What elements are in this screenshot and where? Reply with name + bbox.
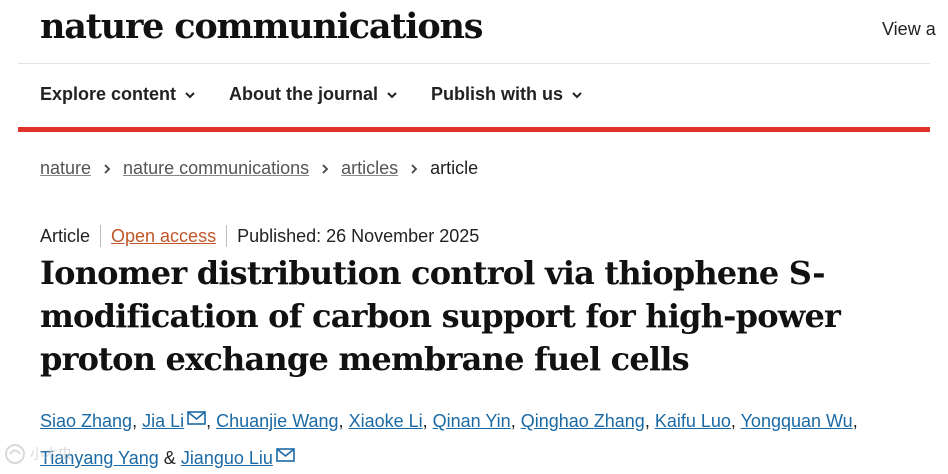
nav-item-label: Publish with us: [431, 84, 564, 104]
journal-logo[interactable]: nature communications: [40, 6, 483, 47]
author-link[interactable]: Siao Zhang: [40, 411, 132, 431]
author-link[interactable]: Jianguo Liu: [181, 448, 273, 468]
breadcrumb-current: article: [430, 158, 479, 178]
article-type: Article: [40, 225, 91, 246]
author-conjunction: &: [163, 448, 176, 468]
view-link[interactable]: View a: [882, 19, 936, 40]
watermark-text: 小木虫: [30, 446, 72, 462]
open-access-link[interactable]: Open access: [111, 226, 216, 247]
nav-publish-with-us[interactable]: Publish with us: [431, 84, 583, 105]
article-meta: Article Open access Published: 26 Novemb…: [40, 225, 479, 247]
chevron-right-icon: [322, 163, 329, 174]
chevron-right-icon: [411, 163, 418, 174]
author-link[interactable]: Xiaoke Li: [349, 411, 423, 431]
article-title: Ionomer distribution control via thiophe…: [40, 254, 841, 378]
main-nav: Explore content About the journal Publis…: [40, 84, 616, 105]
nav-item-label: About the journal: [229, 84, 379, 104]
author-link[interactable]: Chuanjie Wang: [216, 411, 338, 431]
mail-icon[interactable]: [187, 411, 206, 425]
author-link[interactable]: Yongquan Wu: [741, 411, 853, 431]
chevron-down-icon: [387, 91, 397, 98]
breadcrumb-nature-communications[interactable]: nature communications: [123, 158, 309, 179]
author-link[interactable]: Qinan Yin: [433, 411, 511, 431]
meta-divider: [100, 225, 102, 247]
nav-item-label: Explore content: [40, 84, 177, 104]
author-link[interactable]: Qinghao Zhang: [521, 411, 645, 431]
author-link[interactable]: Jia Li: [142, 411, 184, 431]
breadcrumb: nature nature communications articles ar…: [40, 158, 478, 179]
mail-icon[interactable]: [276, 448, 295, 462]
author-list: Siao Zhang, Jia Li, Chuanjie Wang, Xiaok…: [40, 411, 858, 468]
watermark: 小木虫: [4, 443, 72, 465]
meta-divider: [226, 225, 228, 247]
header-divider: [18, 63, 930, 64]
breadcrumb-articles[interactable]: articles: [341, 158, 398, 179]
watermark-logo-icon: [5, 444, 25, 464]
site-header: nature communications View a: [0, 0, 948, 63]
published-date: Published: 26 November 2025: [237, 225, 480, 246]
breadcrumb-nature[interactable]: nature: [40, 158, 91, 179]
chevron-down-icon: [572, 91, 582, 98]
author-link[interactable]: Kaifu Luo: [655, 411, 731, 431]
accent-bar: [18, 127, 930, 132]
nav-about-the-journal[interactable]: About the journal: [229, 84, 398, 105]
nav-explore-content[interactable]: Explore content: [40, 84, 196, 105]
chevron-right-icon: [104, 163, 111, 174]
chevron-down-icon: [185, 91, 195, 98]
